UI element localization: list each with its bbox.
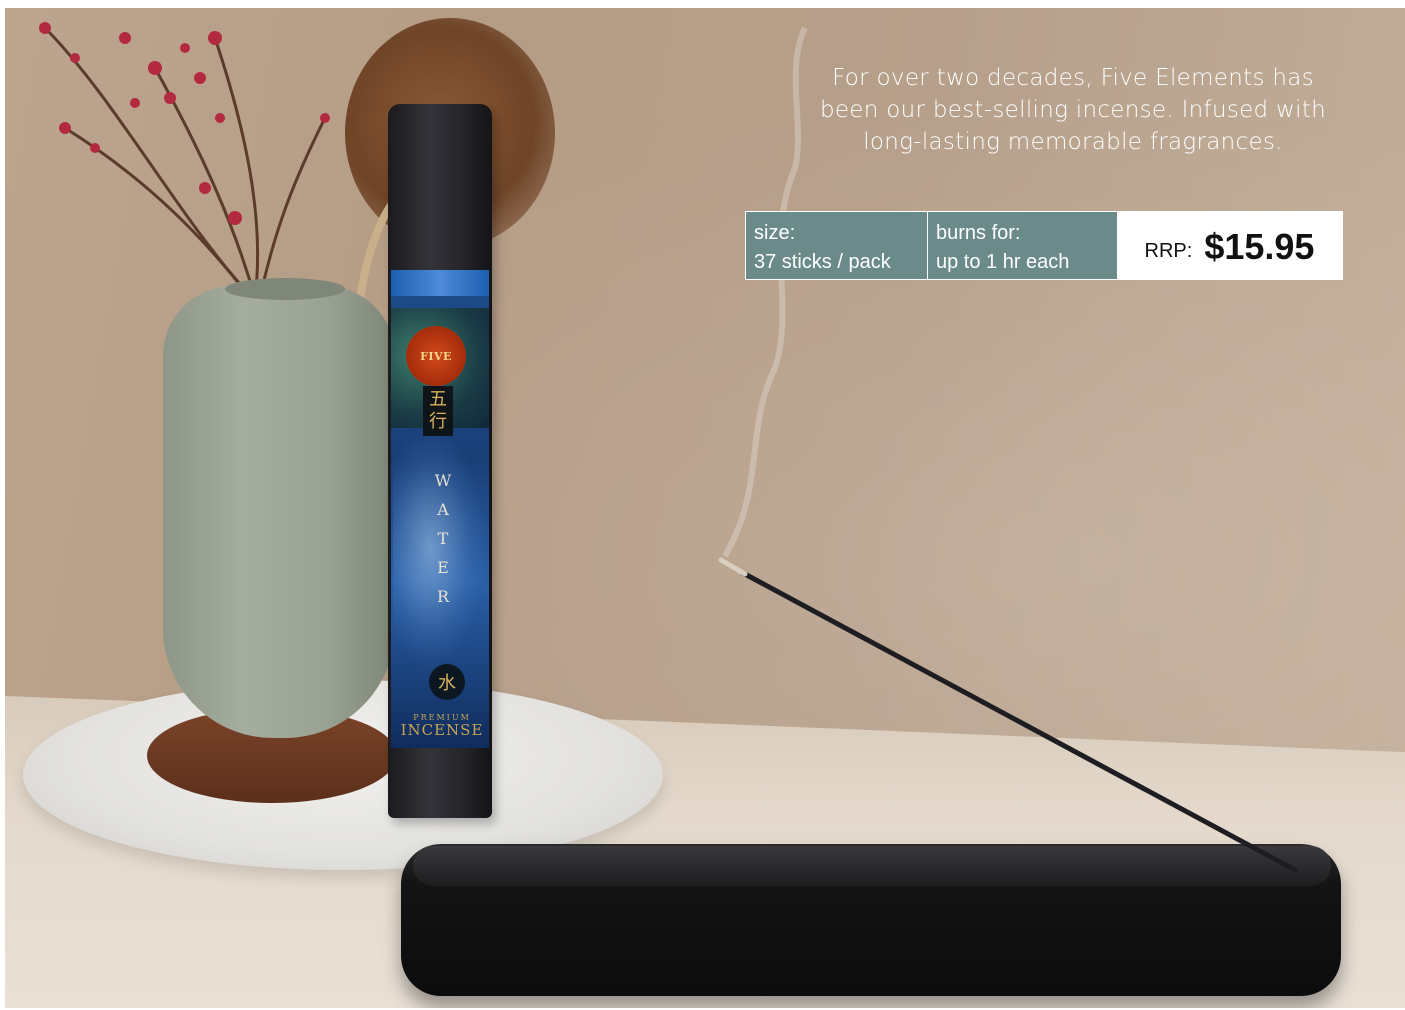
price-value: $15.95: [1204, 225, 1315, 267]
size-spec: size: 37 sticks / pack: [746, 212, 928, 279]
burn-value: up to 1 hr each: [936, 251, 1070, 273]
burn-time-spec: burns for: up to 1 hr each: [928, 212, 1117, 279]
size-value: 37 sticks / pack: [754, 251, 891, 273]
burn-label: burns for:: [936, 222, 1021, 244]
product-photo: FIVE 五行 WATER 水 PREMIUM INCENSE: [5, 8, 1405, 1008]
price-label: RRP:: [1144, 240, 1193, 262]
product-description: For over two decades, Five Elements has …: [800, 62, 1346, 158]
price-box: RRP: $15.95: [1117, 212, 1342, 279]
product-info-bar: size: 37 sticks / pack burns for: up to …: [745, 211, 1343, 280]
description-line-2: been our best-selling incense. Infused w…: [819, 97, 1327, 123]
description-line-3: long-lasting memorable fragrances.: [863, 129, 1283, 155]
incense-stick: [718, 26, 1298, 873]
size-label: size:: [754, 222, 796, 244]
description-line-1: For over two decades, Five Elements has: [832, 65, 1314, 91]
